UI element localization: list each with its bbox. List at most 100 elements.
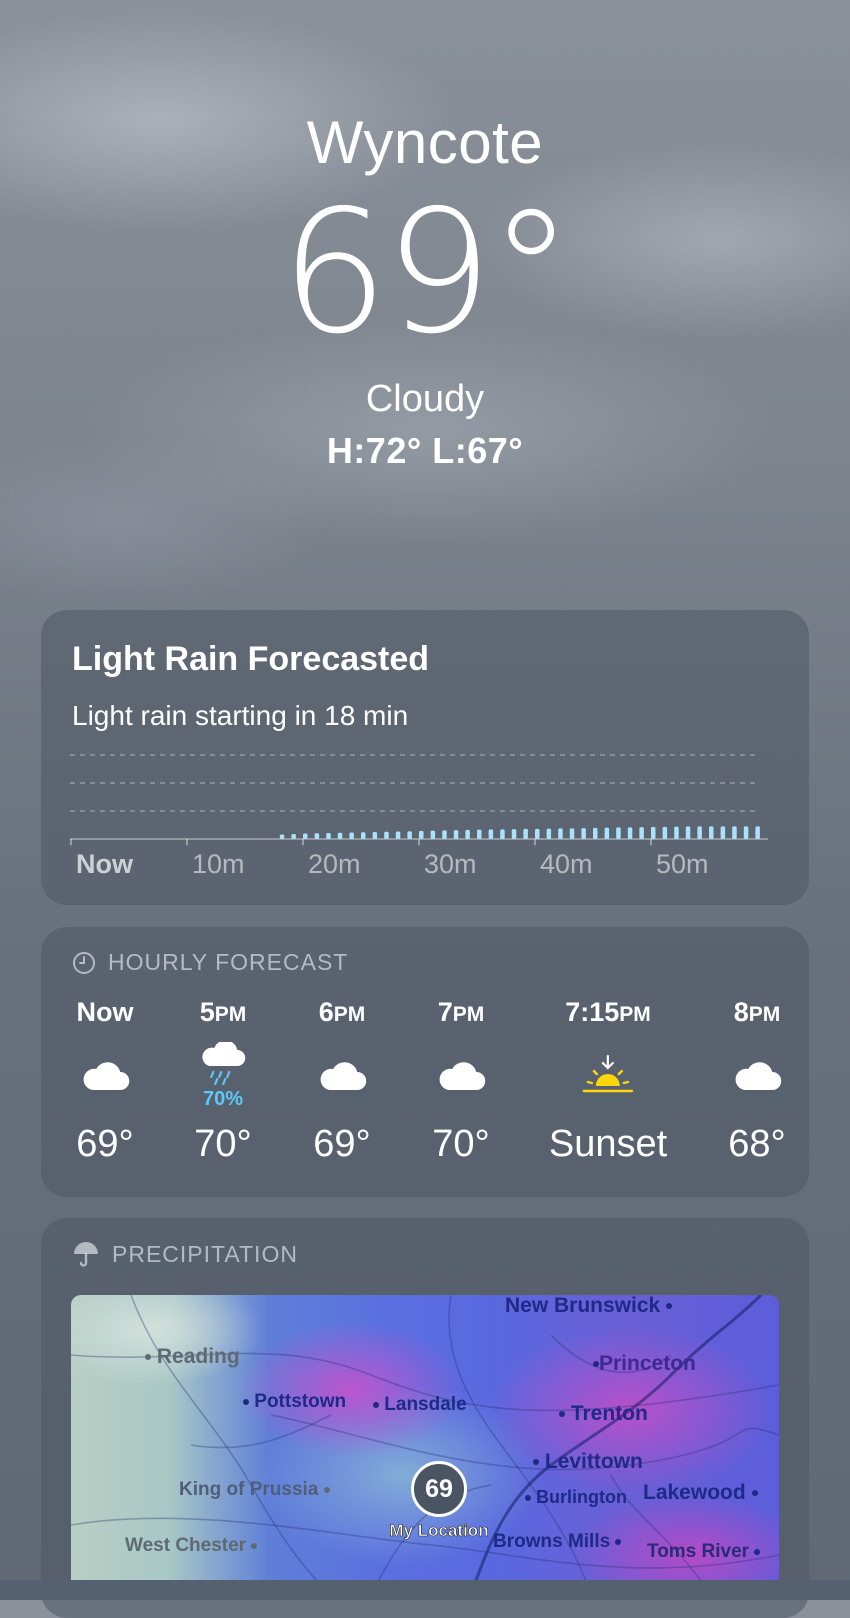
- clock-icon: [73, 951, 95, 974]
- map-label-toms-river: Toms River: [647, 1541, 761, 1563]
- rain-bar: [407, 831, 412, 839]
- rain-bar: [430, 830, 436, 839]
- rain-bar: [361, 832, 366, 839]
- my-location-marker[interactable]: 69 My Location: [389, 1461, 489, 1541]
- precipitation-card[interactable]: PRECIPITATION New Brunswick Reading Prin…: [41, 1218, 809, 1618]
- rain-bar: [291, 833, 296, 839]
- rain-bar: [616, 827, 621, 839]
- rain-bar: [384, 831, 389, 839]
- bottom-toolbar: [0, 1580, 850, 1600]
- map-label-burlington: Burlington: [525, 1487, 627, 1508]
- high-low-temps: H:72° L:67°: [326, 430, 524, 471]
- rain-bar: [279, 834, 285, 839]
- rain-bar: [337, 832, 343, 839]
- rain-bar: [593, 827, 598, 839]
- hourly-item[interactable]: 7PM 70°: [432, 997, 489, 1166]
- rain-bar: [314, 833, 320, 839]
- map-label-lansdale: Lansdale: [373, 1394, 467, 1416]
- hourly-temp: 68°: [728, 1123, 786, 1165]
- rain-bar: [523, 828, 528, 839]
- hourly-item[interactable]: Now 69°: [76, 997, 133, 1166]
- rain-bar: [662, 826, 668, 839]
- hourly-temp: 69°: [313, 1123, 371, 1165]
- rain-bar: [419, 830, 424, 839]
- hourly-temp: Sunset: [548, 1123, 668, 1165]
- rain-bar: [558, 828, 563, 839]
- hourly-item[interactable]: 6PM 69°: [313, 997, 370, 1166]
- my-location-temp: 69: [411, 1461, 467, 1517]
- rain-bar: [604, 827, 610, 839]
- hourly-forecast-title: HOURLY FORECAST: [108, 949, 349, 975]
- cloud-icon: [432, 1041, 489, 1111]
- rain-forecast-card[interactable]: Light Rain Forecasted Light rain startin…: [41, 610, 809, 905]
- precipitation-map[interactable]: New Brunswick Reading Princeton Pottstow…: [71, 1295, 779, 1595]
- hourly-time: 8PM: [733, 997, 781, 1027]
- current-temperature: 69°: [280, 174, 573, 372]
- rain-bar: [720, 826, 726, 839]
- cloud-rain-icon: 70%: [194, 1041, 251, 1111]
- rain-bar: [465, 829, 470, 839]
- map-label-reading: Reading: [145, 1345, 240, 1369]
- rain-bar: [535, 828, 540, 839]
- hourly-forecast-card[interactable]: HOURLY FORECAST Now 69° 5PM 70% 70° 6PM 69° 7PM…: [41, 927, 809, 1197]
- rain-bar: [709, 826, 714, 839]
- rain-bar: [755, 826, 760, 839]
- umbrella-icon: [74, 1242, 98, 1267]
- precipitation-title: PRECIPITATION: [112, 1240, 298, 1267]
- map-label-princeton: Princeton: [593, 1352, 696, 1376]
- rain-bar: [349, 832, 354, 839]
- map-label-new-brunswick: New Brunswick: [505, 1295, 673, 1318]
- rain-intensity-chart: Now 10m 20m 30m 40m 50m: [70, 754, 768, 879]
- rain-bar: [546, 828, 552, 839]
- rain-axis-label: 40m: [540, 849, 593, 879]
- map-label-pottstown: Pottstown: [243, 1391, 346, 1413]
- my-location-caption: My Location: [389, 1521, 489, 1541]
- map-label-browns-mills: Browns Mills: [493, 1531, 622, 1553]
- rain-axis-label: 50m: [656, 849, 709, 879]
- rain-card-title: Light Rain Forecasted: [72, 640, 430, 678]
- hourly-forecast-header: HOURLY FORECAST: [72, 949, 348, 976]
- hourly-time: 7:15PM: [565, 997, 651, 1027]
- rain-bar: [372, 831, 378, 839]
- rain-bar: [477, 829, 482, 839]
- rain-bar: [303, 833, 308, 839]
- rain-bar: [743, 826, 749, 839]
- cloud-icon: [728, 1041, 785, 1111]
- map-label-levittown: Levittown: [533, 1450, 643, 1474]
- cloud-icon: [313, 1041, 370, 1111]
- precipitation-header: PRECIPITATION: [72, 1240, 298, 1268]
- rain-bar: [500, 829, 505, 839]
- rain-bar: [581, 828, 586, 839]
- hourly-temp: 70°: [432, 1123, 490, 1165]
- rain-bar: [569, 828, 575, 839]
- rain-card-subtitle: Light rain starting in 18 min: [72, 700, 409, 731]
- city-name: Wyncote: [306, 109, 544, 176]
- cloud-icon: [76, 1041, 133, 1111]
- hourly-time: 7PM: [437, 997, 485, 1027]
- rain-bar: [488, 829, 494, 839]
- rain-bar: [511, 829, 517, 839]
- hourly-item[interactable]: 8PM 68°: [728, 997, 785, 1166]
- sunset-icon: [549, 1041, 667, 1111]
- precip-chance: 70%: [202, 1087, 244, 1110]
- rain-axis-label: 20m: [308, 849, 361, 879]
- condition-text: Cloudy: [365, 378, 485, 420]
- rain-bar: [732, 826, 737, 839]
- rain-axis-label: 10m: [192, 849, 245, 879]
- rain-bar: [627, 827, 633, 839]
- hourly-time: 5PM: [199, 997, 247, 1027]
- rain-bar: [651, 826, 656, 839]
- rain-bar: [674, 826, 679, 839]
- rain-axis-label: Now: [76, 849, 134, 879]
- map-label-west-chester: West Chester: [125, 1535, 258, 1557]
- rain-bar: [453, 830, 459, 839]
- hourly-item[interactable]: 7:15PM Sunset: [549, 997, 667, 1166]
- hourly-time: Now: [76, 997, 134, 1027]
- hourly-item[interactable]: 5PM 70% 70°: [194, 997, 251, 1166]
- rain-bar: [395, 831, 401, 839]
- rain-axis-label: 30m: [424, 849, 477, 879]
- hourly-temp: 69°: [76, 1123, 134, 1165]
- map-label-trenton: Trenton: [559, 1402, 648, 1426]
- map-label-king-of-prussia: King of Prussia: [179, 1479, 330, 1501]
- hourly-scroll[interactable]: Now 69° 5PM 70% 70° 6PM 69° 7PM 70° 7:15PM Sunset 8…: [41, 997, 809, 1187]
